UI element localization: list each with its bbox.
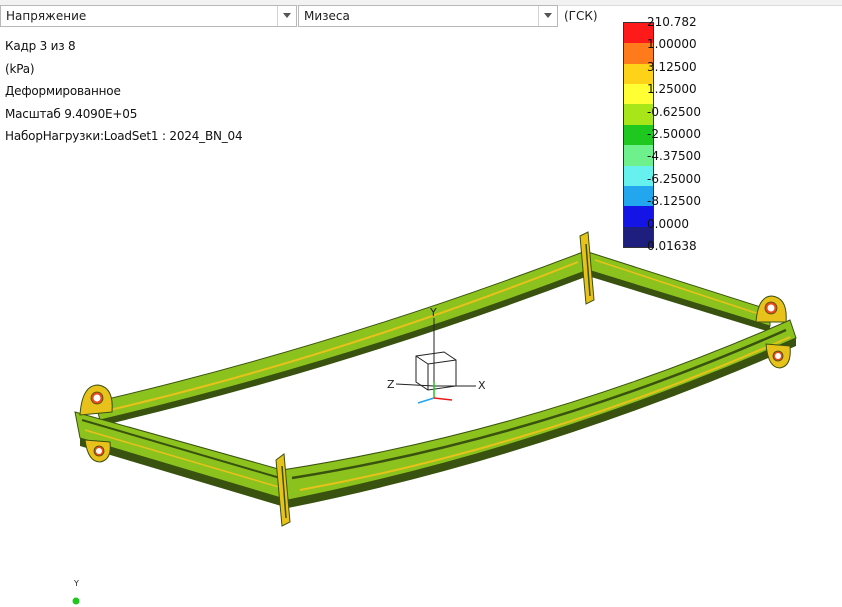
axis-y-label: Y [429,306,437,319]
mini-axis-y-label: Y [73,579,79,588]
beam-near-left [74,411,289,508]
axis-z-label: Z [387,378,395,391]
beam-far-left [94,251,589,426]
mini-triad-icon: Y [72,579,80,605]
axis-x-label: X [478,379,486,392]
beam-far-right [587,251,771,332]
model-viewport[interactable]: Y X Z Y [0,0,842,607]
